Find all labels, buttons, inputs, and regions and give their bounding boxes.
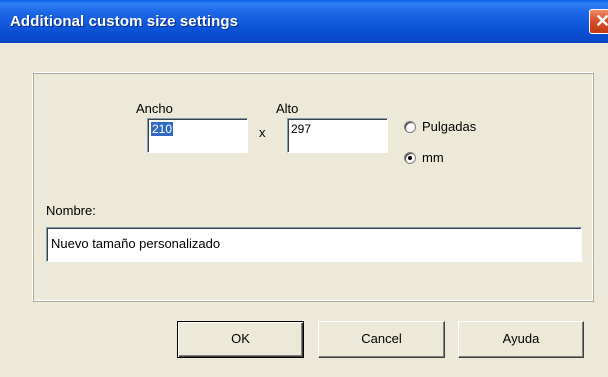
radio-mm-label[interactable]: mm	[422, 150, 444, 165]
name-label: Nombre:	[46, 203, 96, 218]
width-value: 210	[151, 122, 174, 136]
dimension-separator: x	[259, 125, 266, 140]
help-button[interactable]: Ayuda	[458, 321, 584, 358]
close-button[interactable]: ✕	[589, 9, 608, 34]
height-label: Alto	[276, 101, 299, 116]
window-title: Additional custom size settings	[10, 13, 239, 30]
radio-pulgadas[interactable]	[404, 121, 416, 133]
radio-mm[interactable]	[404, 152, 416, 164]
cancel-button[interactable]: Cancel	[318, 321, 445, 358]
settings-group	[32, 72, 594, 302]
dialog-window: Additional custom size settings ✕ Ancho …	[0, 0, 608, 377]
width-input[interactable]: 210	[147, 118, 248, 153]
width-label: Ancho	[136, 101, 173, 116]
name-value: Nuevo tamaño personalizado	[51, 236, 221, 251]
close-icon: ✕	[595, 11, 608, 31]
title-bar[interactable]: Additional custom size settings ✕	[0, 0, 608, 43]
height-input[interactable]: 297	[287, 118, 388, 153]
radio-selected-dot	[408, 156, 412, 160]
radio-pulgadas-label[interactable]: Pulgadas	[422, 119, 476, 134]
ok-button[interactable]: OK	[177, 321, 304, 358]
height-value: 297	[291, 122, 312, 136]
name-input[interactable]: Nuevo tamaño personalizado	[46, 227, 582, 262]
